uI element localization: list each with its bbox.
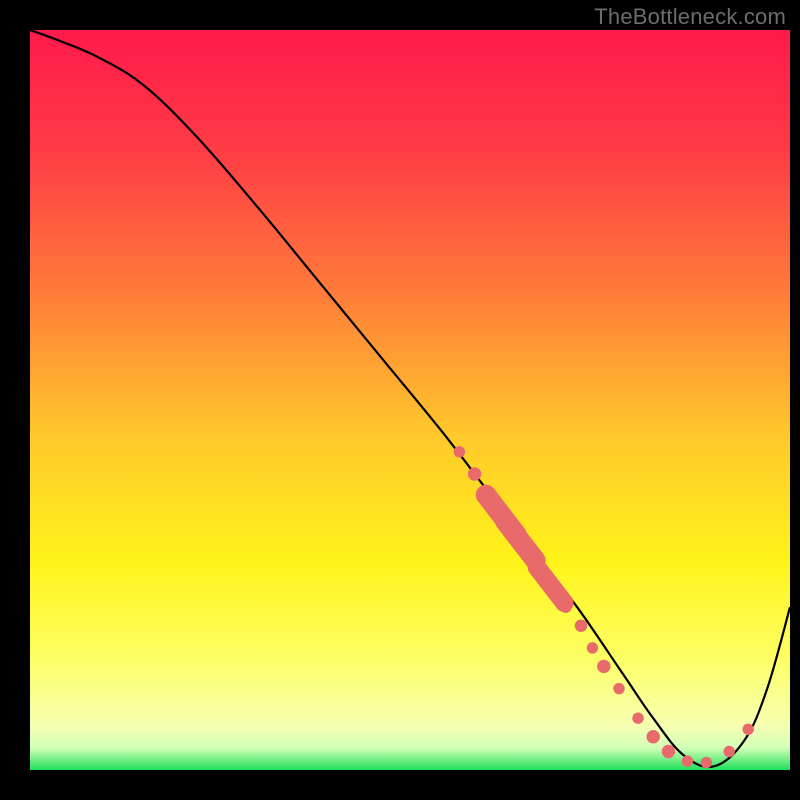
marker-dot bbox=[646, 730, 659, 743]
chart-container: TheBottleneck.com bbox=[0, 0, 800, 800]
marker-dot bbox=[587, 642, 598, 653]
marker-dot bbox=[682, 755, 693, 766]
marker-dot bbox=[468, 467, 481, 480]
marker-dot bbox=[723, 746, 734, 757]
marker-dot bbox=[613, 683, 624, 694]
marker-dot bbox=[742, 724, 753, 735]
bottleneck-chart bbox=[0, 0, 800, 800]
marker-dot bbox=[662, 745, 675, 758]
marker-dot bbox=[701, 757, 712, 768]
marker-dot bbox=[632, 712, 643, 723]
plot-area bbox=[30, 30, 790, 770]
marker-dot bbox=[484, 490, 495, 501]
watermark-text: TheBottleneck.com bbox=[594, 4, 786, 30]
marker-dot bbox=[529, 556, 542, 569]
marker-dot bbox=[560, 601, 571, 612]
marker-dot bbox=[454, 446, 465, 457]
marker-dot bbox=[575, 619, 587, 631]
marker-dot bbox=[597, 660, 610, 673]
